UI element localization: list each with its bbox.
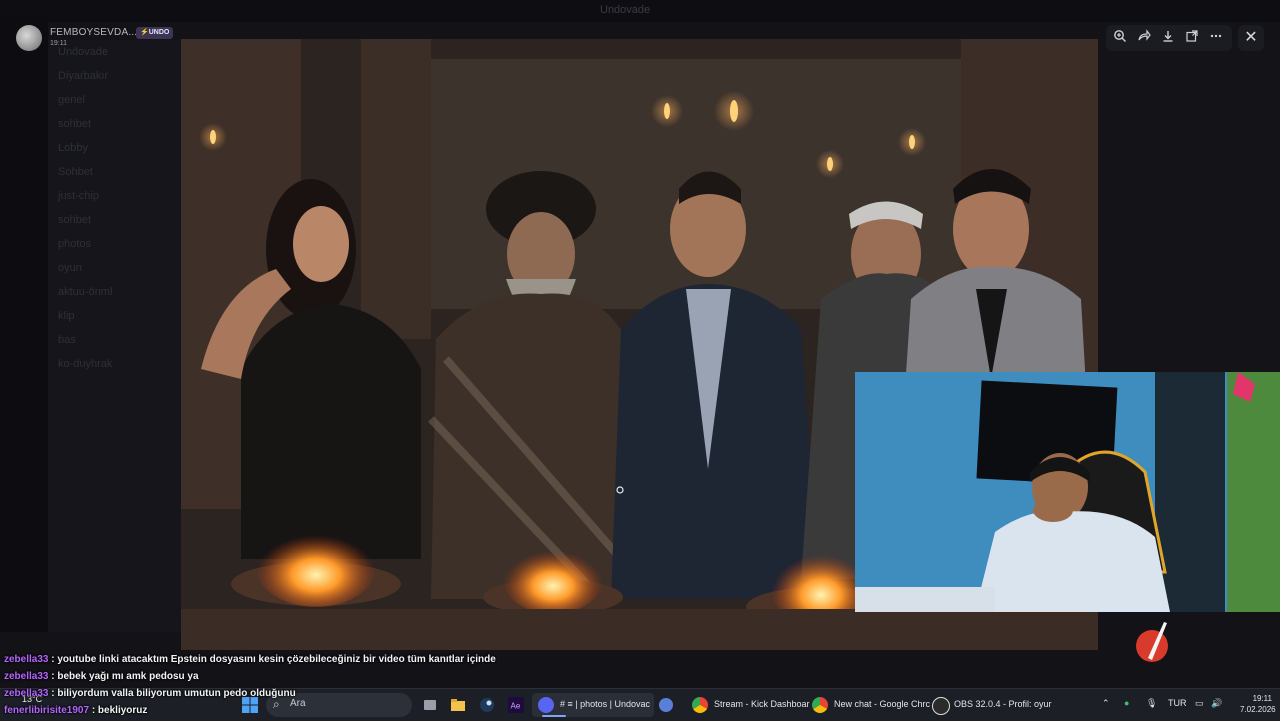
channel-item: genel xyxy=(58,94,85,106)
chat-line: zebella33 : youtube linki atacaktım Epst… xyxy=(4,654,496,665)
taskbar-app-label: OBS 32.0.4 - Profil: oyur xyxy=(954,699,1052,709)
taskbar-app-label: Stream - Kick Dashboar xyxy=(714,699,810,709)
network-icon[interactable]: ▭ xyxy=(1195,698,1204,709)
taskbar-app-label: # ≡ | photos | Undovac xyxy=(560,699,650,709)
avatar[interactable] xyxy=(16,25,42,51)
search-icon: ⌕ xyxy=(273,697,280,711)
chat-username: zebella33 xyxy=(4,671,49,682)
channel-item: ko-duyhrak xyxy=(58,358,113,370)
start-windows-icon[interactable] xyxy=(242,697,258,713)
member-panel xyxy=(1100,40,1280,372)
language-indicator[interactable]: TUR xyxy=(1168,698,1187,708)
taskbar-app-chrome-chat[interactable]: New chat - Google Chrc xyxy=(806,693,930,717)
taskbar-app-chrome-kick[interactable]: Stream - Kick Dashboar xyxy=(686,693,810,717)
webcam-scene xyxy=(855,372,1280,612)
volume-icon[interactable]: 🔊 xyxy=(1211,698,1222,709)
chat-message: : youtube linki atacaktım Epstein dosyas… xyxy=(48,654,496,665)
window-title: Undovade xyxy=(600,4,651,16)
clock-time: 19:11 xyxy=(1252,694,1272,703)
channel-list: Undovade Diyarbakır genel sohbet Lobby S… xyxy=(48,40,182,632)
download-icon[interactable] xyxy=(1159,29,1177,47)
channel-item: klip xyxy=(58,310,75,322)
channel-item: Sohbet xyxy=(58,166,93,178)
taskbar-clock[interactable]: 19:11 7.02.2026 xyxy=(1240,693,1276,715)
post-time: 19:11 xyxy=(50,40,67,47)
clock-date: 7.02.2026 xyxy=(1240,705,1276,714)
channel-item: just-chip xyxy=(58,190,99,202)
taskbar-app-discord[interactable]: # ≡ | photos | Undovac xyxy=(532,693,654,717)
app-icon[interactable] xyxy=(658,697,674,713)
channel-item: photos xyxy=(58,238,92,250)
discord-icon xyxy=(538,697,554,713)
user-tag-badge: ⚡UNDO xyxy=(136,27,174,39)
more-icon[interactable] xyxy=(1207,29,1225,47)
chat-username: fenerlibirisite1907 xyxy=(4,705,90,716)
chat-username: zebella33 xyxy=(4,654,49,665)
chat-line: fenerlibirisite1907 : bekliyoruz xyxy=(4,705,147,716)
chat-message: : bebek yağı mı amk pedosu ya xyxy=(48,671,199,682)
chrome-icon xyxy=(692,697,708,713)
chat-line: zebella33 : bebek yağı mı amk pedosu ya xyxy=(4,671,199,682)
open-external-icon[interactable] xyxy=(1183,29,1201,47)
channel-item: aktuu-önml xyxy=(58,286,113,298)
chat-message: : biliyordum valla biliyorum umutun pedo… xyxy=(48,688,296,699)
chat-username: zebella33 xyxy=(4,688,49,699)
server-rail xyxy=(0,22,48,632)
webcam-overlay xyxy=(855,372,1280,612)
channel-item: Diyarbakır xyxy=(58,70,109,82)
close-viewer-button[interactable]: ✕ xyxy=(1238,25,1264,51)
poster-username[interactable]: FEMBOYSEVDA... xyxy=(50,27,137,38)
chrome-icon xyxy=(812,697,828,713)
search-placeholder: Ara xyxy=(290,698,306,709)
zoom-in-icon[interactable] xyxy=(1111,29,1129,47)
share-icon[interactable] xyxy=(1135,29,1153,47)
channel-item: sohbet xyxy=(58,118,92,130)
taskbar-app-label: New chat - Google Chrc xyxy=(834,699,931,709)
microphone-icon[interactable]: 🎙 xyxy=(1146,698,1157,709)
obs-logo-icon xyxy=(1136,622,1168,662)
task-view-icon[interactable] xyxy=(422,697,438,713)
channel-item: bas xyxy=(58,334,76,346)
file-explorer-icon[interactable] xyxy=(450,697,466,713)
svg-text:Ae: Ae xyxy=(511,702,521,711)
channel-item: sohbet xyxy=(58,214,92,226)
channel-item: oyun xyxy=(58,262,82,274)
chat-message: : bekliyoruz xyxy=(89,705,148,716)
window-titlebar: Undovade xyxy=(0,0,1280,22)
after-effects-icon[interactable]: Ae xyxy=(508,697,524,713)
chevron-up-icon[interactable]: ⌃ xyxy=(1102,698,1110,709)
channel-item: Lobby xyxy=(58,142,88,154)
obs-icon xyxy=(932,697,950,715)
taskbar-app-obs[interactable]: OBS 32.0.4 - Profil: oyur xyxy=(926,693,1052,717)
steam-icon[interactable] xyxy=(479,697,495,713)
chat-line: zebella33 : biliyordum valla biliyorum u… xyxy=(4,688,296,699)
tray-app-icon[interactable]: ● xyxy=(1124,698,1129,708)
active-indicator xyxy=(542,715,566,717)
viewer-toolbar xyxy=(1106,25,1232,51)
